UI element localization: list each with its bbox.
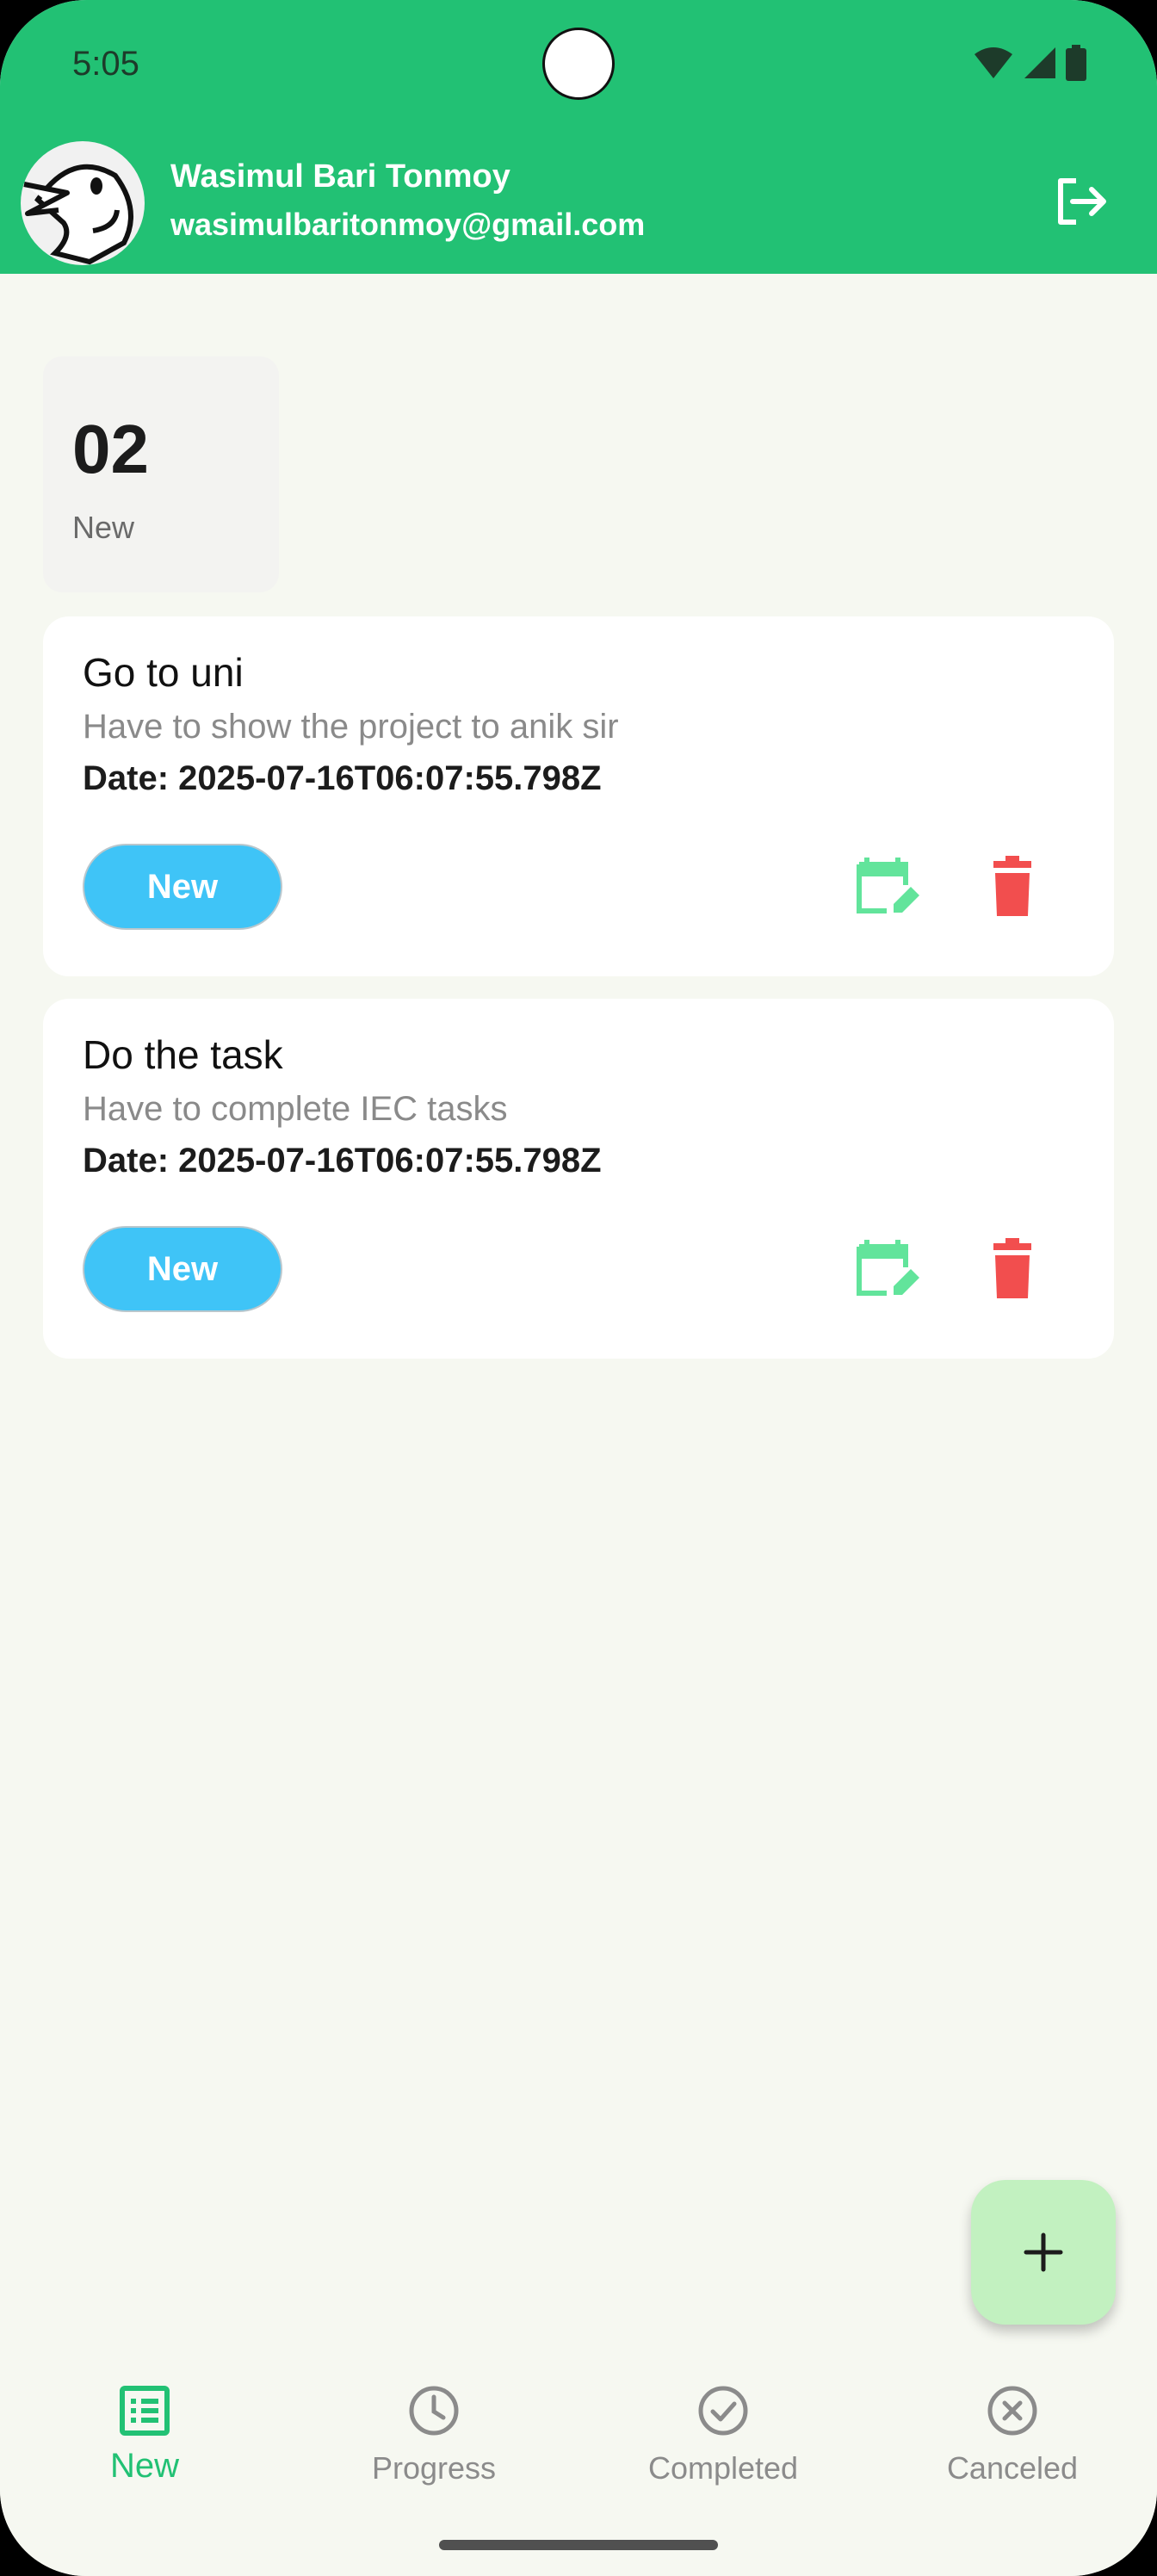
summary-label: New <box>72 510 135 545</box>
status-icons <box>973 45 1086 81</box>
nav-item-new[interactable]: New <box>0 2383 289 2512</box>
signal-icon <box>1024 47 1055 78</box>
camera-cutout <box>542 28 615 100</box>
home-indicator[interactable] <box>439 2540 718 2550</box>
add-task-button[interactable] <box>971 2180 1116 2325</box>
task-date: Date: 2025-07-16T06:07:55.798Z <box>83 759 602 797</box>
task-card: Do the task Have to complete IEC tasks D… <box>43 999 1114 1359</box>
app-bar: 5:05 Wasimul Bari Tonmoy wasimulbaritonm… <box>0 0 1157 274</box>
cancel-circle-icon <box>987 2386 1037 2436</box>
task-card: Go to uni Have to show the project to an… <box>43 616 1114 976</box>
battery-icon <box>1066 45 1086 81</box>
status-time: 5:05 <box>72 45 139 83</box>
user-email: wasimulbaritonmoy@gmail.com <box>170 207 646 242</box>
nav-label-completed: Completed <box>647 2450 799 2486</box>
nav-label-canceled: Canceled <box>946 2450 1079 2486</box>
nav-item-progress[interactable]: Progress <box>289 2383 578 2512</box>
task-description: Have to complete IEC tasks <box>83 1090 508 1128</box>
task-title: Do the task <box>83 1032 283 1077</box>
task-title: Go to uni <box>83 650 244 695</box>
task-date: Date: 2025-07-16T06:07:55.798Z <box>83 1142 602 1180</box>
clock-icon <box>409 2386 459 2436</box>
list-icon <box>120 2386 170 2436</box>
task-description: Have to show the project to anik sir <box>83 708 619 746</box>
nav-label-new: New <box>109 2447 180 2485</box>
screen: 5:05 Wasimul Bari Tonmoy wasimulbaritonm… <box>0 0 1157 2576</box>
check-circle-icon <box>698 2386 748 2436</box>
delete-icon[interactable] <box>980 854 1045 920</box>
summary-count: 02 <box>72 411 149 487</box>
plus-icon <box>1024 2232 1063 2272</box>
bird-avatar-icon <box>23 164 133 265</box>
nav-item-canceled[interactable]: Canceled <box>868 2383 1157 2512</box>
status-chip[interactable]: New <box>83 1226 282 1312</box>
edit-calendar-icon[interactable] <box>856 1236 921 1302</box>
wifi-icon <box>974 47 1012 78</box>
summary-card-new: 02 New <box>43 356 279 592</box>
avatar[interactable] <box>21 141 145 265</box>
edit-calendar-icon[interactable] <box>856 854 921 920</box>
delete-icon[interactable] <box>980 1236 1045 1302</box>
user-name: Wasimul Bari Tonmoy <box>170 158 510 195</box>
logout-icon[interactable] <box>1050 170 1112 232</box>
status-chip[interactable]: New <box>83 844 282 930</box>
nav-item-completed[interactable]: Completed <box>578 2383 868 2512</box>
nav-label-progress: Progress <box>371 2450 497 2486</box>
